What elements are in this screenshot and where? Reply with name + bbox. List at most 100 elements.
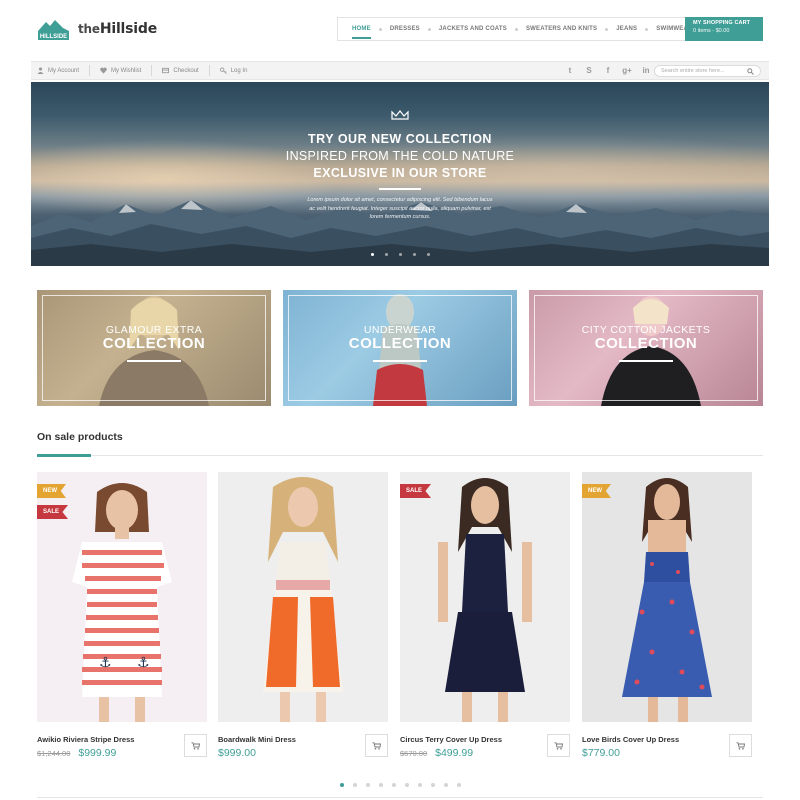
checkout-link[interactable]: Checkout: [152, 65, 210, 76]
hero-slider[interactable]: TRY OUR NEW COLLECTION INSPIRED FROM THE…: [31, 82, 769, 266]
hero-dot[interactable]: [370, 253, 374, 256]
svg-text:⚓: ⚓: [99, 655, 112, 671]
carousel-dot[interactable]: [417, 783, 422, 787]
my-wishlist-label: My Wishlist: [111, 67, 142, 74]
collection-divider: [127, 360, 181, 362]
price: $499.99: [435, 747, 474, 759]
log-in-label: Log In: [230, 67, 248, 74]
nav-item-jackets-and-coats[interactable]: JACKETS AND COATS: [431, 18, 515, 40]
shopping-cart-button[interactable]: MY SHOPPING CART 0 items - $0.00: [685, 17, 763, 41]
carousel-dot[interactable]: [378, 783, 383, 787]
old-price: $1,244.00: [37, 749, 71, 758]
collection-divider: [619, 360, 673, 362]
price: $999.99: [78, 747, 117, 759]
search-box: [654, 65, 761, 77]
my-account-link[interactable]: My Account: [31, 65, 91, 76]
nav-item-sweaters-and-knits[interactable]: SWEATERS AND KNITS: [518, 18, 605, 40]
product-card: SALE Circus Terry Cover Up Dress $670.00…: [400, 472, 570, 759]
checkout-icon: [162, 67, 170, 74]
carousel-dot[interactable]: [443, 783, 448, 787]
product-card: NEW Love Birds Cover Up Dress $779.00: [582, 472, 752, 759]
carousel-dot[interactable]: [339, 783, 344, 787]
model-photo: [263, 477, 343, 722]
cart-icon: [736, 741, 745, 750]
product-carousel-pagination: [0, 783, 800, 787]
add-to-cart-button[interactable]: [729, 734, 752, 757]
product-name[interactable]: Awikio Riviera Stripe Dress: [37, 735, 134, 744]
linkedin-icon[interactable]: in: [641, 65, 651, 77]
product-image[interactable]: ⚓ ⚓ NEW SALE: [37, 472, 207, 722]
carousel-dot[interactable]: [391, 783, 396, 787]
section-divider-accent: [37, 454, 91, 457]
skype-icon[interactable]: S: [584, 65, 594, 77]
add-to-cart-button[interactable]: [365, 734, 388, 757]
hero-headline-2: INSPIRED FROM THE COLD NATURE: [285, 149, 515, 163]
collection-city-cotton-jackets[interactable]: CITY COTTON JACKETS COLLECTION: [529, 290, 763, 406]
section-divider: [37, 455, 763, 456]
cart-summary: 0 items - $0.00: [693, 28, 730, 34]
cart-icon: [554, 741, 563, 750]
product-card: Boardwalk Mini Dress $999.00: [218, 472, 388, 759]
collection-underwear[interactable]: UNDERWEAR COLLECTION: [283, 290, 517, 406]
logo-wordmark: theHillside: [78, 21, 157, 37]
nav-item-jeans[interactable]: JEANS: [608, 18, 645, 40]
product-prices: $999.00: [218, 747, 256, 759]
hero-headline-1: TRY OUR NEW COLLECTION: [308, 132, 492, 146]
hero-dot[interactable]: [398, 253, 402, 256]
key-icon: [219, 67, 227, 74]
hero-headline-3: EXCLUSIVE IN OUR STORE: [313, 166, 487, 180]
price: $779.00: [582, 747, 620, 759]
collection-caption: GLAMOUR EXTRA COLLECTION: [37, 324, 271, 362]
collection-subtitle: COLLECTION: [102, 335, 206, 352]
nav-item-home[interactable]: HOME: [344, 18, 379, 40]
cart-icon: [372, 741, 381, 750]
collection-subtitle: COLLECTION: [594, 335, 698, 352]
crown-icon: [391, 110, 409, 120]
product-prices: $670.00 $499.99: [400, 747, 473, 759]
carousel-dot[interactable]: [430, 783, 435, 787]
social-links: t S f g+ in: [565, 65, 651, 77]
model-photo: [438, 478, 532, 722]
site-logo[interactable]: HILLSIDE theHillside: [37, 17, 157, 41]
hero-dot[interactable]: [412, 253, 416, 256]
carousel-dot[interactable]: [404, 783, 409, 787]
model-photo: [622, 478, 712, 722]
my-wishlist-link[interactable]: My Wishlist: [90, 65, 153, 76]
add-to-cart-button[interactable]: [547, 734, 570, 757]
twitter-icon[interactable]: t: [565, 65, 575, 77]
carousel-dot[interactable]: [365, 783, 370, 787]
hero-dot[interactable]: [426, 253, 430, 256]
logo-badge-text: HILLSIDE: [40, 34, 67, 40]
product-image[interactable]: NEW: [582, 472, 752, 722]
product-image[interactable]: SALE: [400, 472, 570, 722]
product-name[interactable]: Circus Terry Cover Up Dress: [400, 735, 502, 744]
utility-bar: My Account My Wishlist Checkout Log In t…: [31, 61, 769, 80]
my-account-label: My Account: [48, 67, 80, 74]
product-prices: $779.00: [582, 747, 620, 759]
footer-divider: [37, 797, 763, 798]
collection-subtitle: COLLECTION: [348, 335, 452, 352]
hero-dot[interactable]: [384, 253, 388, 256]
product-card: ⚓ ⚓ NEW SALE Awikio Riviera Stripe Dress…: [37, 472, 207, 759]
mountain-logo-icon: HILLSIDE: [37, 17, 70, 41]
carousel-dot[interactable]: [456, 783, 461, 787]
search-input[interactable]: [661, 68, 747, 74]
collection-glamour-extra[interactable]: GLAMOUR EXTRA COLLECTION: [37, 290, 271, 406]
nav-item-dresses[interactable]: DRESSES: [382, 18, 428, 40]
search-icon[interactable]: [747, 67, 754, 75]
hero-divider: [379, 188, 421, 190]
product-name[interactable]: Boardwalk Mini Dress: [218, 735, 296, 744]
add-to-cart-button[interactable]: [184, 734, 207, 757]
hero-pagination: [31, 253, 769, 256]
google-plus-icon[interactable]: g+: [622, 65, 632, 77]
product-image[interactable]: [218, 472, 388, 722]
cart-title: MY SHOPPING CART: [693, 20, 751, 26]
section-title: On sale products: [37, 431, 123, 443]
collection-caption: CITY COTTON JACKETS COLLECTION: [529, 324, 763, 362]
log-in-link[interactable]: Log In: [210, 65, 258, 76]
svg-text:⚓: ⚓: [137, 655, 150, 671]
facebook-icon[interactable]: f: [603, 65, 613, 77]
product-name[interactable]: Love Birds Cover Up Dress: [582, 735, 679, 744]
product-prices: $1,244.00 $999.99: [37, 747, 116, 759]
carousel-dot[interactable]: [352, 783, 357, 787]
